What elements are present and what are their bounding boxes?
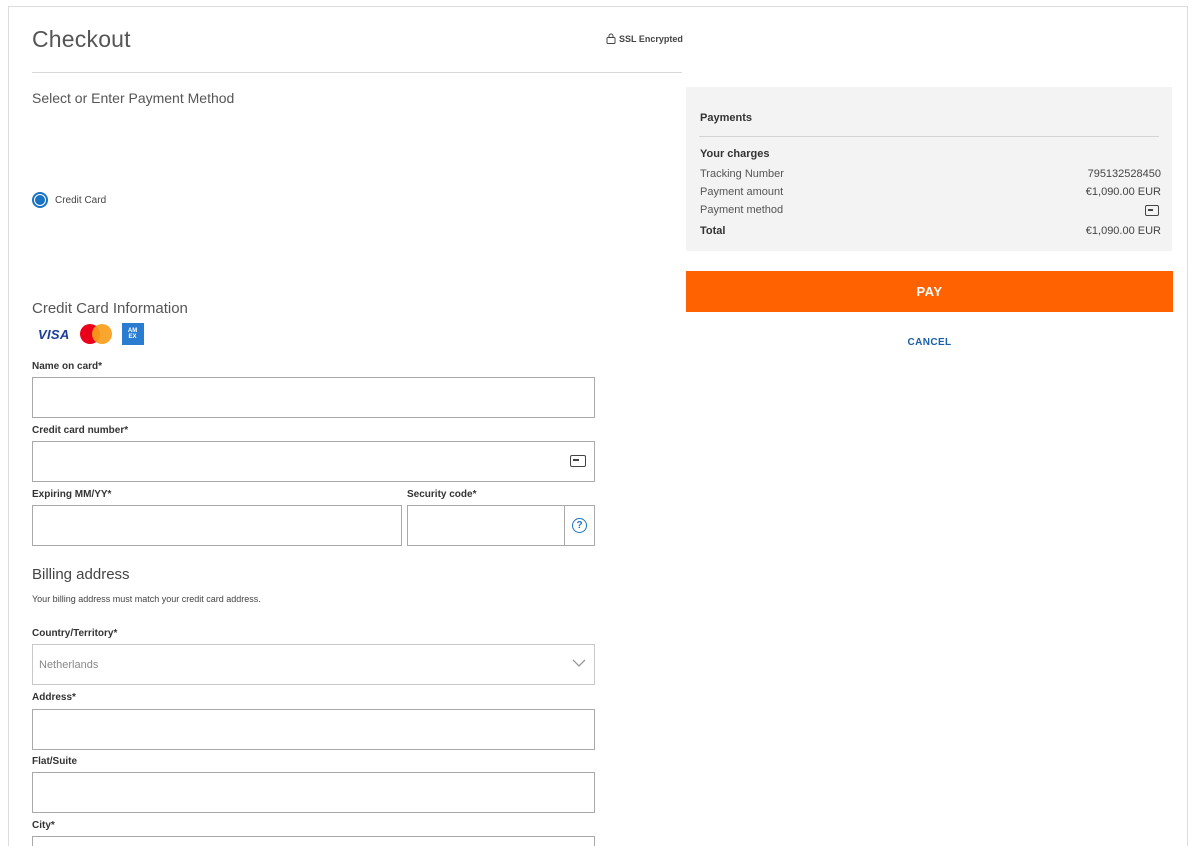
payment-method-heading: Select or Enter Payment Method [32, 90, 235, 106]
address-field[interactable] [32, 709, 595, 750]
billing-address-note: Your billing address must match your cre… [32, 594, 261, 604]
address-label: Address* [32, 692, 76, 703]
credit-card-option[interactable]: Credit Card [32, 192, 106, 208]
city-field[interactable] [32, 836, 595, 846]
security-code-input[interactable] [408, 506, 564, 545]
ssl-label: SSL Encrypted [619, 33, 683, 44]
card-number-field[interactable] [32, 441, 595, 482]
name-on-card-input[interactable] [33, 378, 594, 417]
cancel-link[interactable]: CANCEL [686, 337, 1173, 348]
security-code-field[interactable]: ? [407, 505, 595, 546]
total-label: Total [700, 225, 726, 237]
summary-heading: Payments [700, 112, 752, 124]
flat-suite-label: Flat/Suite [32, 756, 78, 767]
card-number-label: Credit card number* [32, 425, 129, 436]
total-value: €1,090.00 EUR [1085, 225, 1161, 237]
lock-icon [606, 33, 616, 44]
tracking-number-label: Tracking Number [700, 168, 784, 180]
name-on-card-field[interactable] [32, 377, 595, 418]
tracking-number-value: 795132528450 [1087, 168, 1161, 180]
visa-logo: VISA [38, 326, 70, 342]
pay-button[interactable]: PAY [686, 271, 1173, 312]
name-on-card-label: Name on card* [32, 361, 103, 372]
payment-amount-value: €1,090.00 EUR [1085, 186, 1161, 198]
country-label: Country/Territory* [32, 628, 118, 639]
credit-card-heading: Credit Card Information [32, 300, 188, 317]
credit-card-option-label: Credit Card [55, 194, 107, 206]
city-label: City* [32, 820, 55, 831]
amex-logo: AM EX [121, 323, 144, 345]
chevron-down-icon [572, 659, 586, 667]
ssl-badge: SSL Encrypted [606, 33, 683, 44]
flat-suite-field[interactable] [32, 772, 595, 813]
country-select[interactable]: Netherlands [32, 644, 595, 685]
card-icon [1145, 205, 1159, 216]
security-code-help[interactable]: ? [564, 506, 594, 545]
security-code-label: Security code* [407, 489, 477, 500]
card-number-input[interactable] [33, 442, 594, 481]
expiry-label: Expiring MM/YY* [32, 489, 112, 500]
page-title: Checkout [32, 26, 131, 52]
address-input[interactable] [33, 710, 594, 749]
city-input[interactable] [33, 841, 594, 846]
credit-card-radio[interactable] [32, 192, 48, 208]
header-divider [32, 72, 682, 73]
radio-selected-dot [35, 195, 45, 205]
payment-method-label: Payment method [700, 204, 784, 216]
mastercard-logo [79, 324, 112, 344]
summary-divider [699, 136, 1159, 137]
expiry-input[interactable] [33, 506, 401, 545]
expiry-field[interactable] [32, 505, 402, 546]
billing-address-heading: Billing address [32, 566, 130, 583]
flat-suite-input[interactable] [33, 773, 594, 812]
payment-amount-label: Payment amount [700, 186, 784, 198]
card-icon [570, 455, 586, 467]
country-selected-value: Netherlands [39, 658, 99, 671]
help-icon[interactable]: ? [572, 518, 587, 533]
charges-heading: Your charges [700, 148, 770, 160]
card-brand-logos: VISA AM EX [38, 323, 144, 345]
